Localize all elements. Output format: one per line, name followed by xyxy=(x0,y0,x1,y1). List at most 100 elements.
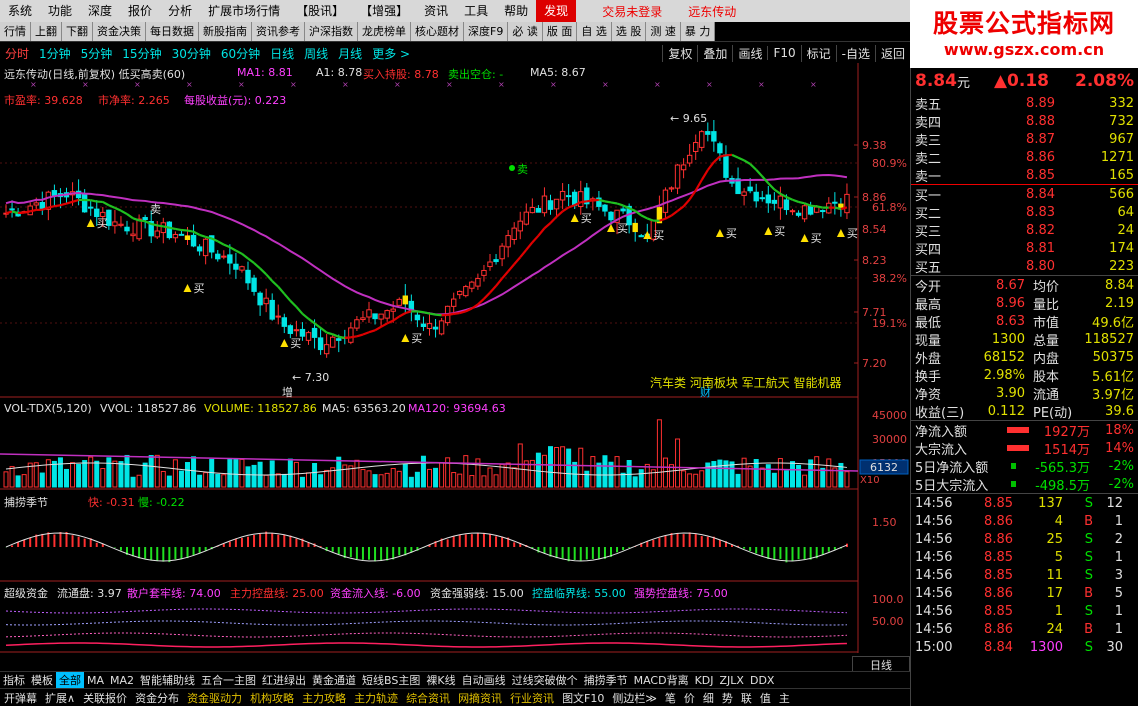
bottom-tab-10[interactable]: 行业资讯 xyxy=(506,690,558,706)
period-0[interactable]: 分时 xyxy=(0,45,34,62)
candle-body xyxy=(723,154,729,178)
toolbar-item-10[interactable]: 深度F9 xyxy=(464,22,509,41)
toolbar-item-13[interactable]: 自 选 xyxy=(577,22,612,41)
period-5[interactable]: 60分钟 xyxy=(216,45,265,62)
bottom-tab-6[interactable]: 主力攻略 xyxy=(298,690,350,706)
period-2[interactable]: 5分钟 xyxy=(76,45,118,62)
candle-body xyxy=(251,277,257,292)
indicator-tab-12[interactable]: 过线突破做个 xyxy=(509,672,581,688)
buy-arrow xyxy=(86,219,95,227)
menu-item-7[interactable]: 【增强】 xyxy=(352,0,416,22)
chart-area[interactable]: 9.38 8.86 8.54 8.23 7.71 7.20 80.9% 61.8% 38.2% 1… xyxy=(0,63,910,674)
bottom-tab-15[interactable]: 细 xyxy=(699,690,718,706)
indicator-tab-6[interactable]: 五合一主图 xyxy=(198,672,259,688)
menu-item-5[interactable]: 扩展市场行情 xyxy=(200,0,288,22)
toolbar-item-8[interactable]: 龙虎榜单 xyxy=(358,22,411,41)
ma-short-segment xyxy=(187,229,194,233)
toolbar-item-2[interactable]: 下翻 xyxy=(62,22,93,41)
period-3[interactable]: 15分钟 xyxy=(117,45,166,62)
vol-bar xyxy=(39,472,45,488)
bottom-tab-17[interactable]: 联 xyxy=(737,690,756,706)
period-6[interactable]: 日线 xyxy=(265,45,299,62)
period-7[interactable]: 周线 xyxy=(299,45,333,62)
indicator-tab-15[interactable]: KDJ xyxy=(692,674,717,687)
period-9[interactable]: 更多 > xyxy=(367,45,415,62)
candle-body xyxy=(51,190,58,196)
period-tool-6[interactable]: 返回 xyxy=(874,44,910,62)
menu-item-10[interactable]: 帮助 xyxy=(496,0,536,22)
menu-item-3[interactable]: 报价 xyxy=(120,0,160,22)
menu-item-2[interactable]: 深度 xyxy=(80,0,120,22)
indicator-tab-17[interactable]: DDX xyxy=(747,674,777,687)
period-tool-2[interactable]: 画线 xyxy=(732,44,767,62)
menu-item-6[interactable]: 【股讯】 xyxy=(288,0,352,22)
toolbar-item-5[interactable]: 新股指南 xyxy=(199,22,252,41)
change: ▲0.18 xyxy=(993,71,1049,91)
toolbar-item-9[interactable]: 核心题材 xyxy=(411,22,464,41)
indicator-tab-7[interactable]: 红进绿出 xyxy=(259,672,309,688)
chart-svg[interactable]: 9.388.868.548.237.717.2080.9%61.8%38.2%1… xyxy=(0,63,910,667)
period-4[interactable]: 30分钟 xyxy=(167,45,216,62)
bottom-tab-1[interactable]: 扩展∧ xyxy=(41,690,79,706)
indicator-tab-9[interactable]: 短线BS主图 xyxy=(359,672,423,688)
indicator-tab-5[interactable]: 智能辅助线 xyxy=(137,672,198,688)
menu-item-11[interactable]: 发现 xyxy=(536,0,577,22)
bottom-tab-19[interactable]: 主 xyxy=(775,690,794,706)
period-tool-4[interactable]: 标记 xyxy=(800,44,836,62)
toolbar-item-4[interactable]: 每日数据 xyxy=(146,22,199,41)
bottom-tab-12[interactable]: 侧边栏≫ xyxy=(608,690,661,706)
bottom-tab-5[interactable]: 机构攻略 xyxy=(246,690,298,706)
indicator-tab-11[interactable]: 自动画线 xyxy=(459,672,509,688)
toolbar-item-14[interactable]: 选 股 xyxy=(611,22,647,41)
bottom-tab-7[interactable]: 主力轨迹 xyxy=(350,690,402,706)
indicator-tab-2[interactable]: 全部 xyxy=(56,672,84,688)
indicator-tab-16[interactable]: ZJLX xyxy=(717,674,747,687)
bottom-tab-11[interactable]: 图文F10 xyxy=(558,690,608,706)
period-tool-3[interactable]: F10 xyxy=(767,46,800,60)
toolbar-item-1[interactable]: 上翻 xyxy=(31,22,62,41)
toolbar-item-12[interactable]: 版 面 xyxy=(542,22,578,41)
period-tool-5[interactable]: -自选 xyxy=(835,44,875,62)
menu-item-4[interactable]: 分析 xyxy=(160,0,200,22)
indicator-tab-3[interactable]: MA xyxy=(84,674,107,687)
toolbar-item-6[interactable]: 资讯参考 xyxy=(252,22,305,41)
toolbar-item-7[interactable]: 沪深指数 xyxy=(305,22,358,41)
toolbar-item-15[interactable]: 测 速 xyxy=(646,22,681,41)
indicator-tab-0[interactable]: 指标 xyxy=(0,672,28,688)
bottom-tab-9[interactable]: 网摘资讯 xyxy=(454,690,506,706)
funds-inflow: 资金流入线: -6.00 xyxy=(330,587,421,600)
bottom-tab-4[interactable]: 资金驱动力 xyxy=(183,690,246,706)
menu-item-9[interactable]: 工具 xyxy=(456,0,496,22)
candle-body xyxy=(717,143,723,154)
bottom-tab-2[interactable]: 关联报价 xyxy=(79,690,131,706)
bottom-tab-18[interactable]: 值 xyxy=(756,690,775,706)
menu-item-1[interactable]: 功能 xyxy=(40,0,80,22)
indicator-tab-13[interactable]: 捕捞季节 xyxy=(581,672,631,688)
toolbar-item-3[interactable]: 资金决策 xyxy=(93,22,146,41)
indicator-tab-14[interactable]: MACD背离 xyxy=(631,672,692,688)
season-slow: 慢: -0.22 xyxy=(138,496,185,509)
bottom-tab-13[interactable]: 笔 xyxy=(661,690,680,706)
ma-short-segment xyxy=(580,200,587,204)
toolbar-item-16[interactable]: 暴 力 xyxy=(680,22,716,41)
bottom-tab-8[interactable]: 综合资讯 xyxy=(402,690,454,706)
indicator-tab-4[interactable]: MA2 xyxy=(107,674,137,687)
candle-body xyxy=(178,233,185,236)
indicator-tab-1[interactable]: 模板 xyxy=(28,672,56,688)
season-tick-label: 1.50 xyxy=(872,516,897,529)
period-1[interactable]: 1分钟 xyxy=(34,45,76,62)
menu-item-0[interactable]: 系统 xyxy=(0,0,40,22)
bottom-tab-0[interactable]: 开弹幕 xyxy=(0,690,41,706)
period-tool-1[interactable]: 叠加 xyxy=(697,44,732,62)
period-tool-0[interactable]: 复权 xyxy=(662,44,697,62)
period-8[interactable]: 月线 xyxy=(333,45,367,62)
toolbar-item-11[interactable]: 必 读 xyxy=(508,22,543,41)
bottom-tab-14[interactable]: 价 xyxy=(680,690,699,706)
indicator-tab-8[interactable]: 黄金通道 xyxy=(309,672,359,688)
menu-item-8[interactable]: 资讯 xyxy=(416,0,456,22)
indicator-tab-10[interactable]: 裸K线 xyxy=(423,672,458,688)
candle-body xyxy=(487,261,493,268)
bottom-tab-3[interactable]: 资金分布 xyxy=(131,690,183,706)
bottom-tab-16[interactable]: 势 xyxy=(718,690,737,706)
toolbar-item-0[interactable]: 行情 xyxy=(0,22,31,41)
